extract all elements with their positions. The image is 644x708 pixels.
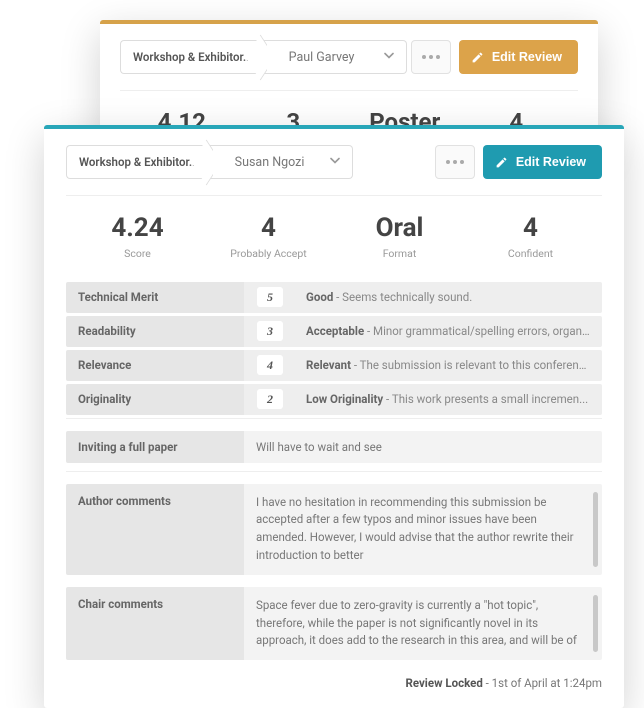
more-button[interactable]	[411, 40, 451, 74]
pencil-icon	[471, 51, 484, 64]
chair-comments-row: Chair comments Space fever due to zero-g…	[66, 587, 602, 660]
header: Workshop & Exhibitor... Susan Ngozi Edit…	[66, 145, 602, 196]
stat-format: OralFormat	[334, 214, 465, 260]
breadcrumb: Workshop & Exhibitor... Susan Ngozi	[66, 145, 353, 179]
rubric-score: 3	[257, 321, 283, 341]
reviewer-select[interactable]: Susan Ngozi	[213, 145, 353, 179]
rubric-score: 5	[257, 287, 283, 307]
header: Workshop & Exhibitor... Paul Garvey Edit…	[120, 40, 578, 91]
stat-rec: 4Probably Accept	[203, 214, 334, 260]
rubric-row: Readability 3 Acceptable - Minor grammat…	[66, 316, 602, 347]
edit-review-button[interactable]: Edit Review	[483, 145, 602, 179]
stats-row: 4.24Score 4Probably Accept OralFormat 4C…	[66, 196, 602, 268]
stat-conf: 4Confident	[465, 214, 596, 260]
stat-score: 4.24Score	[72, 214, 203, 260]
rubric-row: Relevance 4 Relevant - The submission is…	[66, 350, 602, 381]
review-locked-footer: Review Locked - 1st of April at 1:24pm	[66, 676, 602, 690]
breadcrumb-track[interactable]: Workshop & Exhibitor...	[120, 40, 267, 74]
author-comments-row: Author comments I have no hesitation in …	[66, 484, 602, 575]
chair-comments[interactable]: Space fever due to zero-gravity is curre…	[244, 587, 602, 660]
rubric-table: Technical Merit 5 Good - Seems technical…	[66, 282, 602, 419]
reviewer-select[interactable]: Paul Garvey	[267, 40, 407, 74]
rubric-row: Technical Merit 5 Good - Seems technical…	[66, 282, 602, 313]
rubric-score: 2	[257, 389, 283, 409]
edit-review-button[interactable]: Edit Review	[459, 40, 578, 74]
breadcrumb-track[interactable]: Workshop & Exhibitor...	[66, 145, 213, 179]
review-card-front: Workshop & Exhibitor... Susan Ngozi Edit…	[44, 125, 624, 708]
full-paper-value: Will have to wait and see	[244, 431, 602, 463]
chevron-down-icon	[330, 155, 340, 170]
author-comments[interactable]: I have no hesitation in recommending thi…	[244, 484, 602, 575]
breadcrumb: Workshop & Exhibitor... Paul Garvey	[120, 40, 407, 74]
rubric-score: 4	[257, 355, 283, 375]
chevron-down-icon	[384, 50, 394, 65]
full-paper-row: Inviting a full paper Will have to wait …	[66, 431, 602, 463]
pencil-icon	[495, 156, 508, 169]
reviewer-name: Susan Ngozi	[235, 155, 305, 170]
reviewer-name: Paul Garvey	[289, 50, 355, 65]
rubric-row: Originality 2 Low Originality - This wor…	[66, 384, 602, 415]
more-button[interactable]	[435, 145, 475, 179]
